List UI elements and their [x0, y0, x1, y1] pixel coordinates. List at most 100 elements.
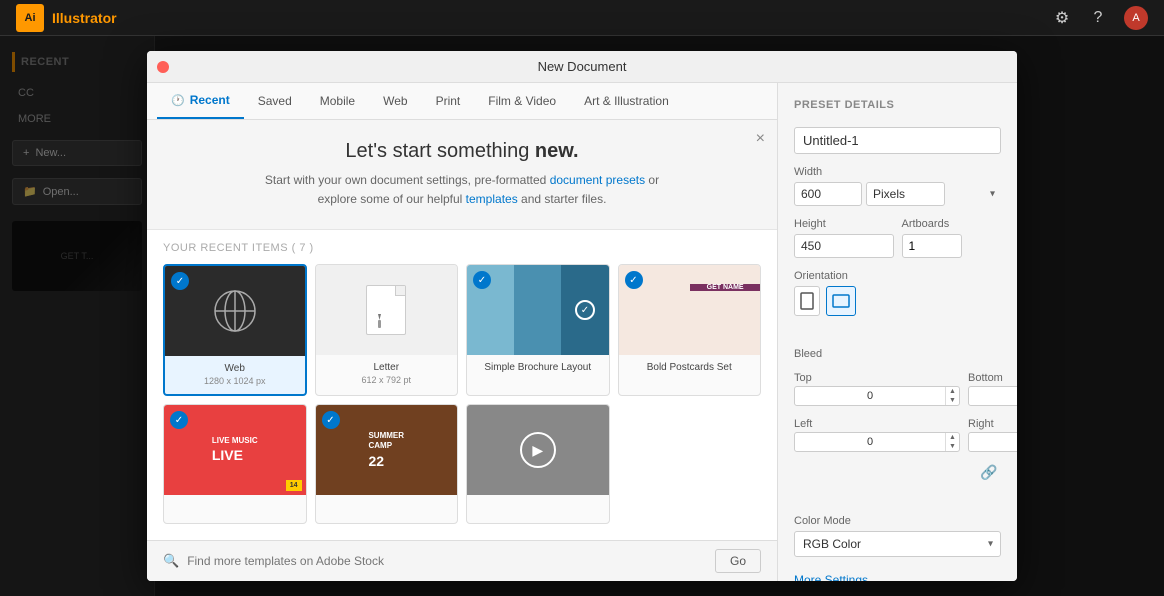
intro-title: Let's start something new. — [177, 140, 747, 163]
color-mode-field: Color Mode RGB Color CMYK Color — [794, 515, 1001, 557]
main-layout: RECENT CC MORE + New... 📁 Open... GET T.… — [0, 36, 1164, 596]
bleed-bottom-input[interactable] — [969, 387, 1017, 405]
artboards-input[interactable] — [902, 234, 962, 258]
letter-thumb — [316, 265, 458, 355]
brochure-thumb: ✓ ✓ — [467, 265, 609, 355]
dialog-close-button[interactable] — [157, 61, 169, 73]
camp-text: SUMMERCAMP 22 — [362, 425, 410, 476]
bleed-left-input[interactable] — [795, 433, 945, 451]
landscape-button[interactable] — [826, 286, 856, 316]
web-sublabel: 1280 x 1024 px — [204, 376, 266, 386]
tab-saved[interactable]: Saved — [244, 83, 306, 119]
tab-recent[interactable]: 🕐 Recent — [157, 83, 244, 119]
color-mode-select[interactable]: RGB Color CMYK Color — [794, 531, 1001, 557]
template-card-music[interactable]: ✓ LIVE MUSIC LIVE 14 — [163, 404, 307, 524]
template-card-web[interactable]: ✓ Web1280 x 1024 px — [163, 264, 307, 396]
bleed-right-field: Right ▲ ▼ — [968, 418, 1017, 452]
letter-sublabel: 612 x 792 pt — [361, 375, 411, 385]
more-settings-link[interactable]: More Settings — [794, 569, 1001, 581]
avatar[interactable]: A — [1124, 6, 1148, 30]
web-globe-icon — [210, 286, 260, 336]
height-input[interactable] — [794, 234, 894, 258]
bleed-left-field: Left ▲ ▼ — [794, 418, 960, 452]
height-label: Height — [794, 218, 894, 230]
tab-bar: 🕐 Recent Saved Mobile Web — [147, 83, 777, 120]
document-presets-link[interactable]: document presets — [550, 173, 645, 187]
preset-name-input[interactable] — [794, 127, 1001, 154]
music-date: 14 — [286, 480, 302, 491]
tab-art[interactable]: Art & Illustration — [570, 83, 683, 119]
template-card-postcards[interactable]: ✓ GET NAME Bold Postcards Set — [618, 264, 762, 396]
camp-check-badge: ✓ — [322, 411, 340, 429]
recent-grid: ✓ Web1280 x 1024 px — [163, 264, 761, 524]
bleed-left-up[interactable]: ▲ — [947, 433, 958, 442]
video-label — [467, 495, 609, 523]
width-field: Width Pixels Inches Centimeters Millimet… — [794, 166, 1001, 206]
ai-icon: Ai — [16, 4, 44, 32]
app-logo: Ai Illustrator — [16, 4, 117, 32]
unit-select[interactable]: Pixels Inches Centimeters Millimeters Po… — [866, 182, 945, 206]
preset-panel: PRESET DETAILS Width Pixels Inches Cent — [777, 83, 1017, 581]
letter-fold — [395, 286, 405, 296]
template-card-camp[interactable]: ✓ SUMMERCAMP 22 — [315, 404, 459, 524]
template-card-video[interactable]: ▶ — [466, 404, 610, 524]
camp-thumb: ✓ SUMMERCAMP 22 — [316, 405, 458, 495]
bleed-left-label: Left — [794, 418, 960, 430]
bleed-label: Bleed — [794, 348, 1001, 360]
template-card-brochure[interactable]: ✓ ✓ — [466, 264, 610, 396]
tab-film-label: Film & Video — [488, 94, 556, 108]
bleed-top-down[interactable]: ▼ — [947, 396, 958, 405]
music-text: LIVE MUSIC LIVE — [206, 430, 264, 471]
bleed-left-right: Left ▲ ▼ Right — [794, 418, 1001, 452]
dialog-body: 🕐 Recent Saved Mobile Web — [147, 83, 1017, 581]
bleed-top-up[interactable]: ▲ — [947, 387, 958, 396]
letter-pen-icon — [376, 306, 396, 330]
search-input[interactable] — [187, 554, 707, 568]
new-doc-dialog: New Document 🕐 Recent Saved — [147, 51, 1017, 581]
width-input-row: Pixels Inches Centimeters Millimeters Po… — [794, 182, 1001, 206]
link-bleed-icon[interactable]: 🔗 — [977, 464, 1001, 481]
bleed-top-bottom: Top ▲ ▼ Bottom — [794, 372, 1001, 406]
bleed-top-label: Top — [794, 372, 960, 384]
unit-select-wrapper: Pixels Inches Centimeters Millimeters Po… — [866, 182, 1001, 206]
tab-web[interactable]: Web — [369, 83, 421, 119]
tab-mobile[interactable]: Mobile — [306, 83, 369, 119]
bleed-top-input[interactable] — [795, 387, 945, 405]
bleed-bottom-field: Bottom ▲ ▼ — [968, 372, 1017, 406]
portrait-button[interactable] — [794, 286, 820, 316]
dialog-titlebar: New Document — [147, 51, 1017, 83]
postcards-label: Bold Postcards Set — [619, 355, 761, 380]
video-thumb: ▶ — [467, 405, 609, 495]
color-mode-select-wrapper: RGB Color CMYK Color — [794, 531, 1001, 557]
intro-close-button[interactable]: × — [756, 130, 765, 148]
tab-print[interactable]: Print — [422, 83, 475, 119]
brochure-panel-2 — [514, 265, 561, 355]
orientation-buttons — [794, 286, 1001, 316]
tab-print-label: Print — [436, 94, 461, 108]
help-icon[interactable]: ? — [1088, 8, 1108, 28]
orientation-field: Orientation — [794, 270, 1001, 316]
settings-icon[interactable]: ⚙ — [1052, 8, 1072, 28]
bleed-right-label: Right — [968, 418, 1017, 430]
tab-saved-label: Saved — [258, 94, 292, 108]
height-orientation-row: Height Artboards — [794, 218, 1001, 258]
web-check-badge: ✓ — [171, 272, 189, 290]
bleed-right-input[interactable] — [969, 433, 1017, 451]
dialog-title: New Document — [538, 59, 627, 74]
bleed-left-down[interactable]: ▼ — [947, 442, 958, 451]
color-mode-label: Color Mode — [794, 515, 1001, 527]
landscape-icon — [832, 294, 850, 308]
orientation-label: Orientation — [794, 270, 1001, 282]
go-button[interactable]: Go — [715, 549, 761, 573]
recent-count: ( 7 ) — [292, 242, 314, 254]
tab-art-label: Art & Illustration — [584, 94, 669, 108]
tab-film[interactable]: Film & Video — [474, 83, 570, 119]
bleed-bottom-label: Bottom — [968, 372, 1017, 384]
camp-label — [316, 495, 458, 523]
templates-link[interactable]: templates — [466, 192, 518, 206]
width-input[interactable] — [794, 182, 862, 206]
recent-section: YOUR RECENT ITEMS ( 7 ) ✓ — [147, 230, 777, 540]
template-card-letter[interactable]: Letter612 x 792 pt — [315, 264, 459, 396]
app-name: Illustrator — [52, 10, 117, 26]
dialog-overlay: New Document 🕐 Recent Saved — [0, 36, 1164, 596]
